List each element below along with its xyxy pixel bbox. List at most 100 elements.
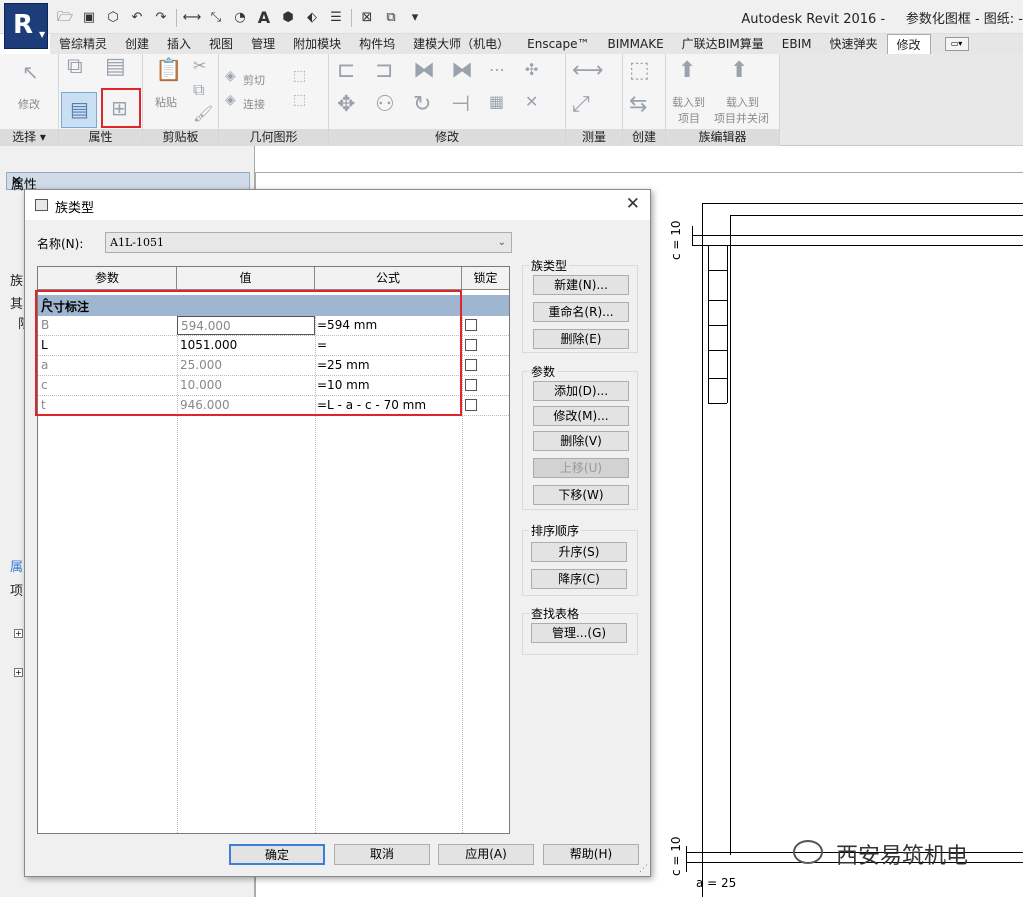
move-down-button[interactable]: 下移(W) bbox=[533, 485, 629, 505]
load-into-project-icon[interactable]: ⬆ bbox=[678, 58, 696, 83]
help-button[interactable]: 帮助(H) bbox=[543, 844, 639, 865]
column-header-formula[interactable]: 公式 bbox=[315, 267, 462, 290]
array-icon[interactable]: ▦ bbox=[489, 92, 504, 111]
paste-label[interactable]: 粘贴 bbox=[155, 94, 177, 110]
text-icon[interactable]: A bbox=[253, 8, 275, 28]
panel-title-select[interactable]: 选择 ▾ bbox=[0, 129, 58, 146]
ribbon-minimize-button[interactable]: ▭▾ bbox=[944, 37, 969, 51]
move-up-button[interactable]: 上移(U) bbox=[533, 458, 629, 478]
new-type-button[interactable]: 新建(N)... bbox=[533, 275, 629, 295]
resize-grip-icon[interactable]: ⋰ bbox=[639, 864, 648, 874]
close-icon[interactable]: ✕ bbox=[11, 174, 245, 189]
cut-icon[interactable]: ✂ bbox=[193, 56, 206, 75]
open-icon[interactable]: 🗁 bbox=[54, 8, 76, 28]
family-types-icon: ⊞ bbox=[111, 96, 128, 120]
tab-glodon[interactable]: 广联达BIM算量 bbox=[673, 34, 773, 54]
save-icon[interactable]: ▣ bbox=[78, 8, 100, 28]
lock-checkbox[interactable] bbox=[465, 359, 477, 371]
tab-view[interactable]: 视图 bbox=[200, 34, 242, 54]
tab-bimmake[interactable]: BIMMAKE bbox=[599, 34, 673, 54]
create-similar-icon[interactable]: ⇆ bbox=[629, 92, 647, 117]
delete-type-button[interactable]: 删除(E) bbox=[533, 329, 629, 349]
lock-checkbox[interactable] bbox=[465, 339, 477, 351]
frame-line bbox=[727, 245, 728, 403]
add-parameter-button[interactable]: 添加(D)... bbox=[533, 381, 629, 401]
tree-expand-icon[interactable]: + bbox=[14, 668, 23, 677]
column-header-parameter[interactable]: 参数 bbox=[38, 267, 177, 290]
split-face-icon[interactable]: ⬚ bbox=[293, 92, 306, 108]
measure-icon[interactable]: ⟷ bbox=[181, 8, 203, 28]
load-into-project-label-2[interactable]: 项目 bbox=[678, 110, 700, 126]
cut-geometry-label[interactable]: 剪切 bbox=[243, 72, 265, 88]
thin-lines-icon[interactable]: ☰ bbox=[325, 8, 347, 28]
column-header-value[interactable]: 值 bbox=[177, 267, 315, 290]
load-and-close-icon[interactable]: ⬆ bbox=[730, 58, 748, 83]
measure-distance-icon[interactable]: ⟷ bbox=[572, 58, 604, 83]
customize-dropdown-icon[interactable]: ▾ bbox=[404, 8, 426, 28]
frame-line bbox=[686, 846, 687, 872]
rename-type-button[interactable]: 重命名(R)... bbox=[533, 302, 629, 322]
mirror-draw-icon[interactable]: ⧓ bbox=[451, 58, 473, 83]
type-name-select[interactable]: A1L-1051 ⌄ bbox=[105, 232, 512, 253]
sort-ascending-button[interactable]: 升序(S) bbox=[531, 542, 627, 562]
undo-icon[interactable]: ↶ bbox=[126, 8, 148, 28]
close-icon[interactable]: ✕ bbox=[626, 194, 640, 214]
match-properties-icon[interactable]: 🖌 bbox=[193, 104, 213, 123]
create-group-icon[interactable]: ⬚ bbox=[629, 58, 650, 83]
panel-title-create: 创建 bbox=[623, 129, 665, 146]
tab-insert[interactable]: 插入 bbox=[158, 34, 200, 54]
tab-guanzong[interactable]: 管综精灵 bbox=[50, 34, 116, 54]
ok-button[interactable]: 确定 bbox=[229, 844, 325, 865]
offset-icon[interactable]: ⊐ bbox=[375, 58, 393, 83]
tab-jianmo[interactable]: 建模大师（机电） bbox=[404, 34, 518, 54]
delete-element-icon[interactable]: ✕ bbox=[525, 92, 538, 111]
move-icon[interactable]: ✥ bbox=[337, 92, 355, 117]
copy-icon[interactable]: ⧉ bbox=[193, 80, 204, 100]
tab-addins[interactable]: 附加模块 bbox=[284, 34, 350, 54]
split-icon[interactable]: ⋯ bbox=[489, 60, 505, 79]
load-and-close-label[interactable]: 载入到 bbox=[726, 94, 759, 110]
mirror-axis-icon[interactable]: ⧓ bbox=[413, 58, 435, 83]
lock-checkbox[interactable] bbox=[465, 399, 477, 411]
delete-parameter-button[interactable]: 删除(V) bbox=[533, 431, 629, 451]
dimension-icon[interactable]: ⤡ bbox=[205, 8, 227, 28]
3d-view-icon[interactable]: ⬢ bbox=[277, 8, 299, 28]
close-windows-icon[interactable]: ⊠ bbox=[356, 8, 378, 28]
tab-kuaisu[interactable]: 快速弹夹 bbox=[821, 34, 887, 54]
lock-checkbox[interactable] bbox=[465, 379, 477, 391]
tab-ebim[interactable]: EBIM bbox=[773, 34, 821, 54]
section-icon[interactable]: ⬖ bbox=[301, 8, 323, 28]
lock-checkbox[interactable] bbox=[465, 319, 477, 331]
sort-descending-button[interactable]: 降序(C) bbox=[531, 569, 627, 589]
tree-expand-icon[interactable]: + bbox=[14, 629, 23, 638]
tab-modify[interactable]: 修改 bbox=[886, 34, 931, 54]
family-types-button[interactable]: ⊞ bbox=[101, 88, 141, 128]
sync-icon[interactable]: ⬡ bbox=[102, 8, 124, 28]
switch-windows-icon[interactable]: ⧉ bbox=[380, 8, 402, 28]
pin-icon[interactable]: ✣ bbox=[525, 60, 538, 79]
rotate-icon[interactable]: ↻ bbox=[413, 92, 431, 117]
align-icon[interactable]: ⊏ bbox=[337, 58, 355, 83]
manage-lookup-button[interactable]: 管理...(G) bbox=[531, 623, 627, 643]
properties-button[interactable]: ▤ bbox=[61, 92, 97, 128]
apply-button[interactable]: 应用(A) bbox=[438, 844, 534, 865]
trim-icon[interactable]: ⊣ bbox=[451, 92, 470, 117]
redo-icon[interactable]: ↷ bbox=[150, 8, 172, 28]
load-into-project-label[interactable]: 载入到 bbox=[672, 94, 705, 110]
tag-icon[interactable]: ◔ bbox=[229, 8, 251, 28]
copy-element-icon[interactable]: ⚇ bbox=[375, 92, 395, 117]
tab-enscape[interactable]: Enscape™ bbox=[518, 34, 598, 54]
panel-title-family-editor: 族编辑器 bbox=[666, 129, 779, 146]
aligned-dimension-icon[interactable]: ⤢ bbox=[572, 92, 590, 117]
join-geometry-label[interactable]: 连接 bbox=[243, 96, 265, 112]
cancel-button[interactable]: 取消 bbox=[334, 844, 430, 865]
tab-goujianwu[interactable]: 构件坞 bbox=[350, 34, 404, 54]
load-and-close-label-2[interactable]: 项目并关闭 bbox=[714, 110, 769, 126]
wall-joins-icon[interactable]: ⬚ bbox=[293, 68, 306, 84]
tab-create[interactable]: 创建 bbox=[116, 34, 158, 54]
modify-parameter-button[interactable]: 修改(M)... bbox=[533, 406, 629, 426]
column-header-lock[interactable]: 锁定 bbox=[462, 267, 509, 290]
modify-label[interactable]: 修改 bbox=[18, 96, 40, 112]
tab-manage[interactable]: 管理 bbox=[242, 34, 284, 54]
application-menu-button[interactable]: R ▼ bbox=[4, 3, 48, 49]
